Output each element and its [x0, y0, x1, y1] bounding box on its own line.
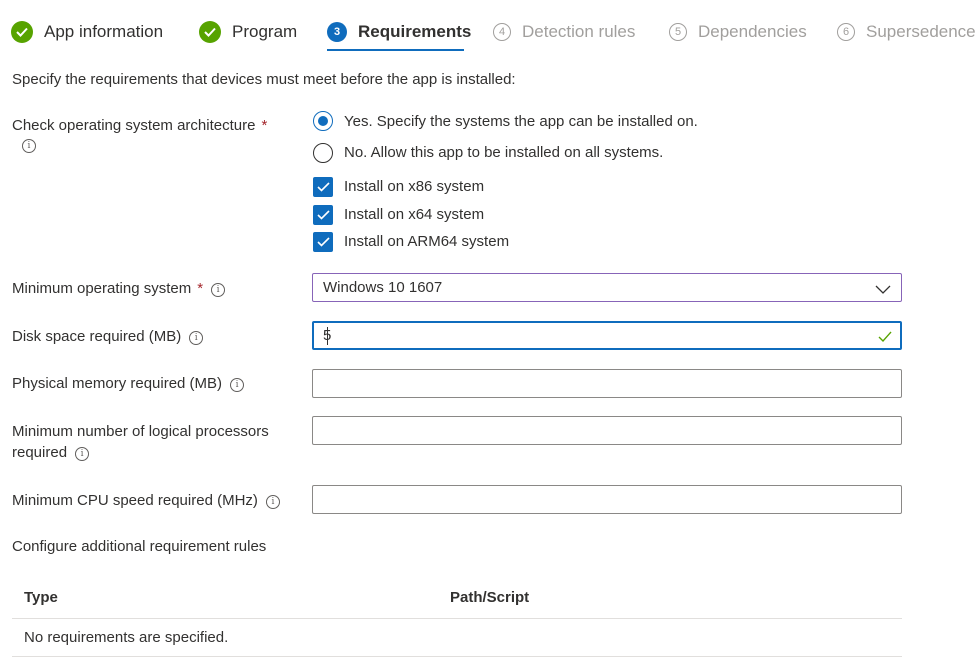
architecture-no-label[interactable]: No. Allow this app to be installed on al… [344, 144, 663, 161]
required-asterisk: * [197, 280, 204, 297]
architecture-label: Check operating system architecture * [12, 117, 267, 134]
wizard-steps: App information Program 3 Requirements 4… [0, 0, 980, 64]
architecture-yes-label[interactable]: Yes. Specify the systems the app can be … [344, 113, 698, 130]
disk-space-input[interactable]: 5 [312, 321, 902, 350]
step-dependencies[interactable]: 5 Dependencies [669, 20, 807, 44]
logical-processors-input[interactable] [312, 416, 902, 445]
info-icon[interactable]: i [22, 139, 36, 153]
min-os-label: Minimum operating system * i [12, 280, 226, 297]
table-divider [12, 656, 902, 657]
step-label: Program [232, 22, 298, 41]
step-label: Detection rules [522, 22, 636, 41]
info-icon[interactable]: i [75, 447, 90, 461]
step-label: Requirements [358, 22, 472, 41]
min-os-label-text: Minimum operating system [12, 280, 192, 297]
info-icon[interactable]: i [189, 331, 204, 345]
checkmark-icon [316, 210, 330, 220]
cpu-speed-input[interactable] [312, 485, 902, 514]
step-number-badge: 5 [669, 23, 687, 41]
intro-text: Specify the requirements that devices mu… [12, 71, 516, 88]
step-number-badge: 6 [837, 23, 855, 41]
architecture-yes-radio[interactable] [313, 111, 333, 131]
step-app-information[interactable]: App information [11, 20, 163, 44]
disk-space-label-text: Disk space required (MB) [12, 328, 182, 345]
step-requirements[interactable]: 3 Requirements [327, 20, 471, 44]
required-asterisk: * [261, 117, 268, 134]
step-number-badge: 3 [327, 22, 347, 42]
empty-table-message: No requirements are specified. [24, 629, 229, 646]
logical-processors-label-text: required [12, 444, 68, 461]
active-step-underline [327, 49, 464, 51]
arm64-checkbox[interactable] [313, 232, 333, 252]
x64-checkbox[interactable] [313, 205, 333, 225]
step-label: App information [44, 22, 164, 41]
info-icon[interactable]: i [230, 378, 245, 392]
cpu-speed-label-text: Minimum CPU speed required (MHz) [12, 492, 258, 509]
checkmark-icon [316, 182, 330, 192]
arm64-label[interactable]: Install on ARM64 system [344, 233, 509, 250]
physical-memory-input[interactable] [312, 369, 902, 398]
checkmark-icon [878, 329, 892, 347]
cpu-speed-label: Minimum CPU speed required (MHz) i [12, 492, 280, 509]
checkmark-icon [316, 237, 330, 247]
min-os-dropdown[interactable]: Windows 10 1607 [312, 273, 902, 302]
x86-label[interactable]: Install on x86 system [344, 178, 484, 195]
step-program[interactable]: Program [199, 20, 297, 44]
physical-memory-label-text: Physical memory required (MB) [12, 375, 223, 392]
info-icon[interactable]: i [265, 495, 280, 509]
step-label: Supersedence [866, 22, 976, 41]
column-header-type: Type [24, 589, 58, 606]
architecture-no-radio[interactable] [313, 143, 333, 163]
architecture-label-text: Check operating system architecture [12, 117, 256, 134]
step-number-badge: 4 [493, 23, 511, 41]
table-divider [12, 618, 902, 619]
min-os-value: Windows 10 1607 [323, 279, 443, 296]
requirements-page: App information Program 3 Requirements 4… [0, 0, 980, 665]
physical-memory-label: Physical memory required (MB) i [12, 375, 245, 392]
step-detection-rules[interactable]: 4 Detection rules [493, 20, 635, 44]
checkmark-circle-icon [11, 21, 33, 43]
additional-rules-label: Configure additional requirement rules [12, 538, 267, 555]
text-caret [327, 327, 328, 345]
disk-space-label: Disk space required (MB) i [12, 328, 204, 345]
column-header-path-script: Path/Script [450, 589, 530, 606]
checkmark-circle-icon [199, 21, 221, 43]
step-label: Dependencies [698, 22, 807, 41]
chevron-down-icon [875, 282, 891, 300]
logical-processors-label-line1: Minimum number of logical processors [12, 423, 269, 440]
step-supersedence[interactable]: 6 Supersedence [837, 20, 976, 44]
x86-checkbox[interactable] [313, 177, 333, 197]
logical-processors-label-line2: required i [12, 444, 90, 461]
x64-label[interactable]: Install on x64 system [344, 206, 484, 223]
info-icon[interactable]: i [211, 283, 226, 297]
